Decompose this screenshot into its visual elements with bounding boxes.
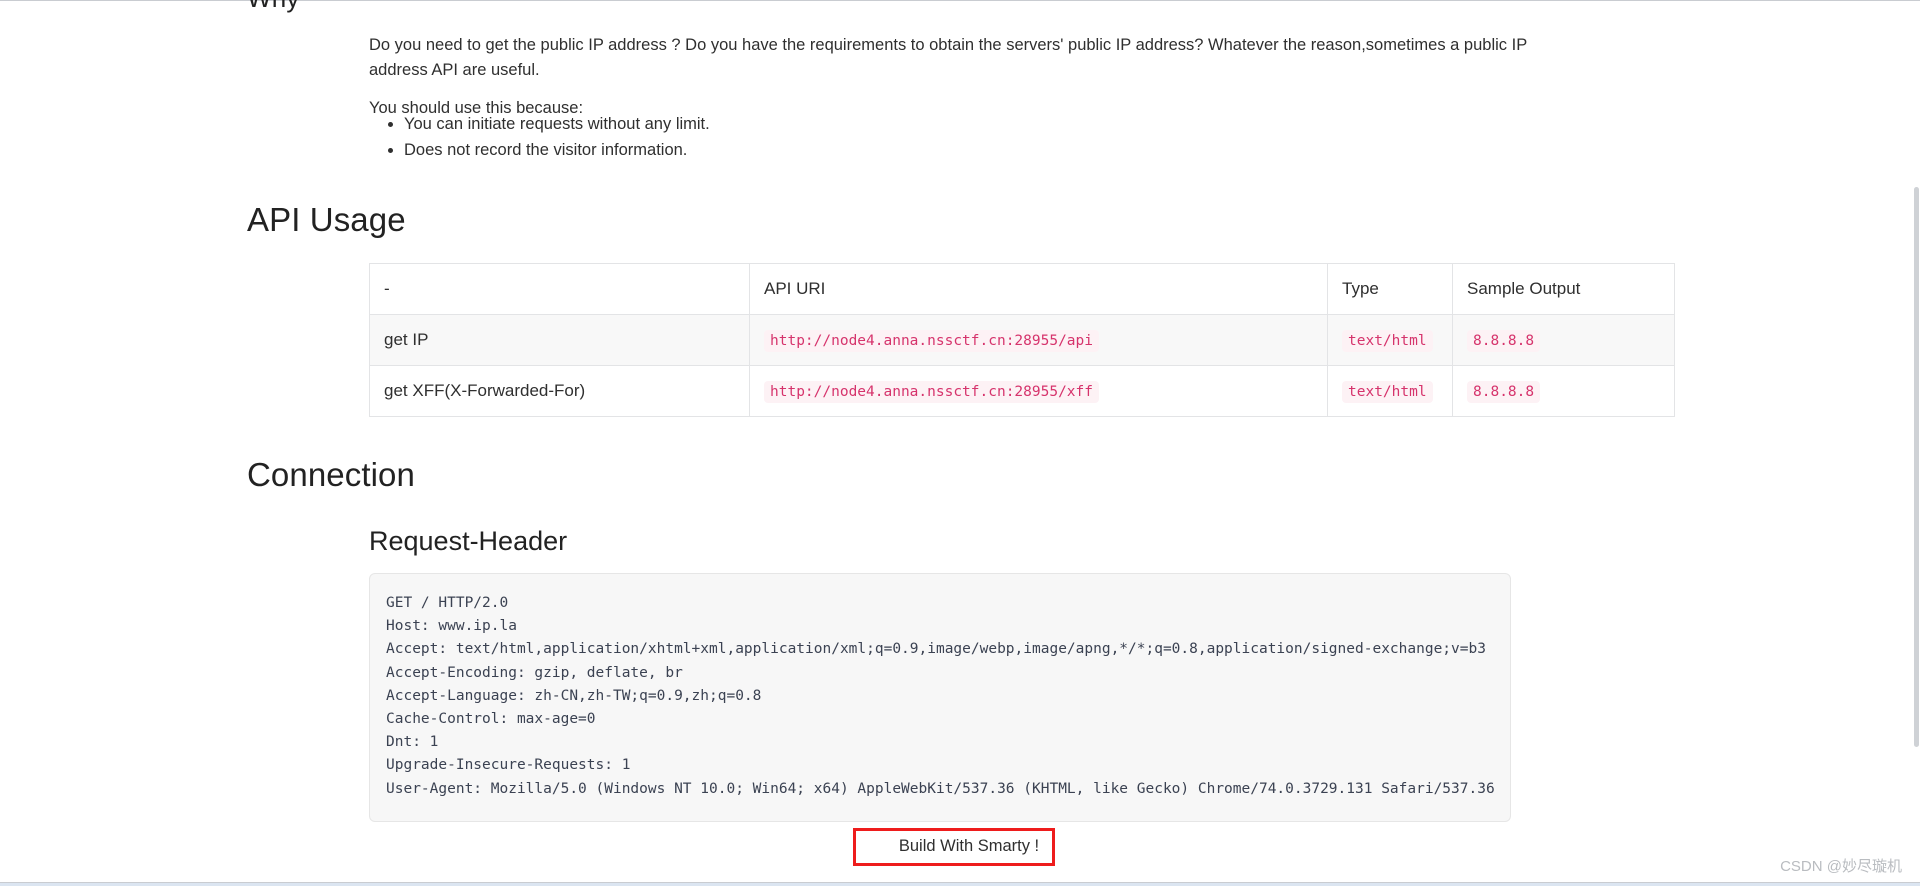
sample-output-code: 8.8.8.8 — [1467, 381, 1541, 403]
cell-sample-output: 8.8.8.8 — [1452, 365, 1675, 417]
column-header-label: - — [369, 263, 750, 315]
cell-type: text/html — [1327, 365, 1453, 417]
table-row: get IP http://node4.anna.nssctf.cn:28955… — [369, 314, 1675, 366]
footer-smarty-area: Build With Smarty ! — [869, 831, 1069, 862]
table-row: get XFF(X-Forwarded-For) http://node4.an… — [369, 365, 1675, 417]
table-header-row: - API URI Type Sample Output — [369, 263, 1675, 315]
cell-label: get XFF(X-Forwarded-For) — [369, 365, 750, 417]
cell-type: text/html — [1327, 314, 1453, 366]
list-item: Does not record the visitor information. — [404, 137, 710, 163]
column-header-type: Type — [1327, 263, 1453, 315]
vertical-scrollbar-track[interactable] — [1913, 2, 1920, 882]
csdn-watermark: CSDN @妙尽璇机 — [1780, 858, 1902, 875]
intro-paragraph: Do you need to get the public IP address… — [369, 35, 1527, 79]
api-uri-code[interactable]: http://node4.anna.nssctf.cn:28955/api — [764, 330, 1100, 352]
api-uri-code[interactable]: http://node4.anna.nssctf.cn:28955/xff — [764, 381, 1100, 403]
request-header-code-block: GET / HTTP/2.0 Host: www.ip.la Accept: t… — [369, 573, 1511, 822]
sample-output-code: 8.8.8.8 — [1467, 330, 1541, 352]
benefits-list: You can initiate requests without any li… — [369, 111, 710, 163]
cell-label: get IP — [369, 314, 750, 366]
column-header-sample-output: Sample Output — [1452, 263, 1675, 315]
cell-sample-output: 8.8.8.8 — [1452, 314, 1675, 366]
section-heading-connection: Connection — [247, 456, 415, 493]
type-code: text/html — [1342, 330, 1433, 352]
cell-uri: http://node4.anna.nssctf.cn:28955/api — [749, 314, 1328, 366]
build-with-smarty-link[interactable]: Build With Smarty ! — [888, 831, 1050, 862]
api-usage-table: - API URI Type Sample Output get IP http… — [369, 263, 1675, 417]
list-item: You can initiate requests without any li… — [404, 111, 710, 137]
type-code: text/html — [1342, 381, 1433, 403]
section-heading-api-usage: API Usage — [247, 201, 406, 238]
column-header-uri: API URI — [749, 263, 1328, 315]
subsection-heading-request-header: Request-Header — [369, 526, 568, 556]
cell-uri: http://node4.anna.nssctf.cn:28955/xff — [749, 365, 1328, 417]
cut-off-heading: Why — [247, 0, 300, 14]
vertical-scrollbar-thumb[interactable] — [1914, 187, 1919, 747]
